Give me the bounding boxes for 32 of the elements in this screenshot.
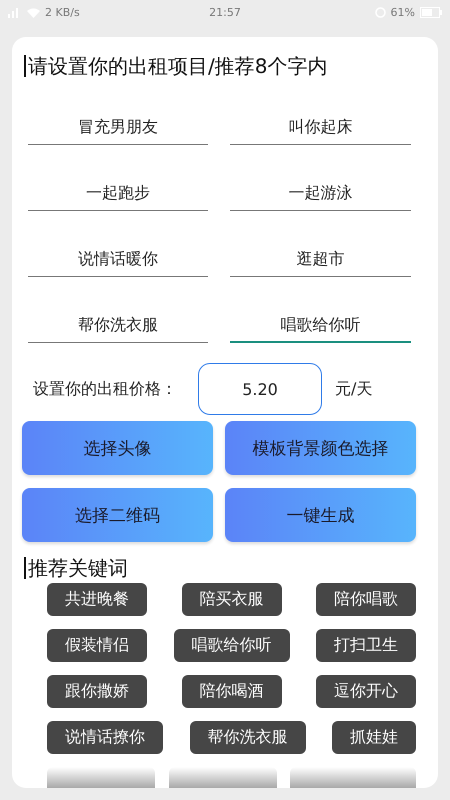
network-speed: 2 KB/s (45, 6, 80, 19)
keyword-chip[interactable]: 假装情侣 (47, 629, 147, 662)
keyword-chip[interactable]: 帮你洗衣服 (190, 721, 306, 754)
keyword-chip[interactable]: 逗你开心 (316, 675, 416, 708)
keyword-chip[interactable]: 说情话撩你 (47, 721, 163, 754)
price-label: 设置你的出租价格： (33, 378, 178, 400)
input-field[interactable]: 逛超市 (230, 243, 411, 277)
section-title: 请设置你的出租项目/推荐8个字内 (24, 55, 428, 77)
price-unit: 元/天 (335, 378, 372, 400)
action-button[interactable]: 模板背景颜色选择 (225, 421, 416, 475)
action-button[interactable]: 选择二维码 (22, 488, 213, 542)
action-button[interactable]: 一键生成 (225, 488, 416, 542)
clock: 21:57 (209, 6, 241, 19)
price-field[interactable]: 5.20 (198, 363, 322, 415)
action-button[interactable]: 选择头像 (22, 421, 213, 475)
input-field[interactable]: 说情话暖你 (28, 243, 208, 277)
input-field[interactable]: 一起游泳 (230, 177, 411, 211)
input-field[interactable]: 唱歌给你听 (230, 309, 411, 343)
keyword-chip[interactable]: 唱歌给你听 (174, 629, 290, 662)
input-field[interactable]: 叫你起床 (230, 111, 411, 145)
keyword-chip[interactable]: 共进晚餐 (47, 583, 147, 616)
section-title: 推荐关键词 (24, 557, 428, 579)
keyword-chip[interactable]: 陪你唱歌 (316, 583, 416, 616)
keyword-chip[interactable]: 抓娃娃 (332, 721, 416, 754)
keyword-chip[interactable]: 陪买衣服 (182, 583, 282, 616)
battery-percent: 61% (390, 6, 415, 19)
keyword-chip[interactable]: 陪你喝酒 (182, 675, 282, 708)
input-field[interactable]: 一起跑步 (28, 177, 208, 211)
input-field[interactable]: 帮你洗衣服 (28, 309, 208, 343)
keyword-chip[interactable]: 打扫卫生 (316, 629, 416, 662)
input-field[interactable]: 冒充男朋友 (28, 111, 208, 145)
keyword-chip[interactable]: 跟你撒娇 (47, 675, 147, 708)
